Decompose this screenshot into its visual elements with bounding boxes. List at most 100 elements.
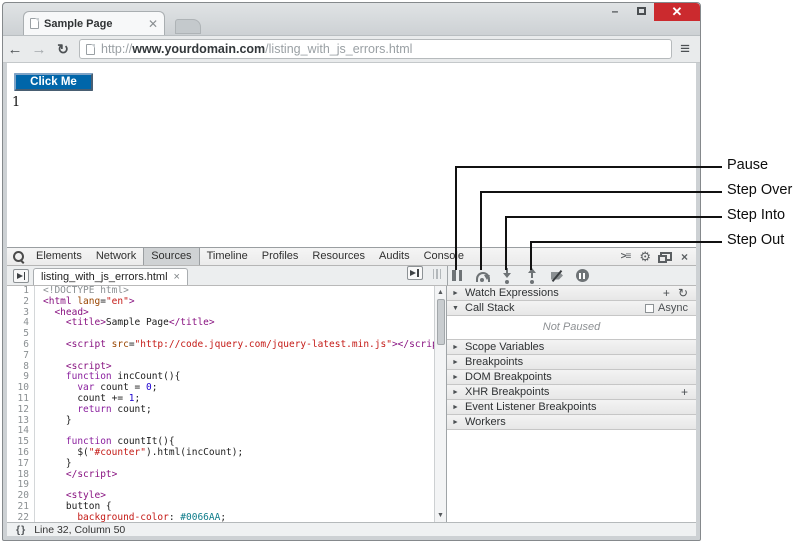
- dock-window-icon[interactable]: [657, 252, 672, 263]
- sidebar-section-workers[interactable]: ► Workers: [447, 415, 696, 430]
- sidebar-section-scope-variables[interactable]: ► Scope Variables: [447, 340, 696, 355]
- line-number[interactable]: 17: [7, 458, 35, 470]
- sidebar-section-watch-expressions[interactable]: ► Watch Expressions + ↻: [447, 286, 696, 301]
- devtools-close-icon[interactable]: ×: [681, 250, 688, 264]
- callout-line: [505, 216, 507, 270]
- sidebar-section-call-stack[interactable]: ▼ Call Stack Async: [447, 301, 696, 316]
- browser-tab[interactable]: Sample Page ✕: [23, 11, 165, 35]
- pause-button[interactable]: [449, 268, 465, 284]
- inspect-search-icon[interactable]: [7, 248, 29, 265]
- async-checkbox[interactable]: [645, 303, 655, 313]
- maximize-button[interactable]: [628, 3, 654, 19]
- browser-menu-icon[interactable]: ≡: [680, 39, 690, 59]
- sidebar-section-xhr-breakpoints[interactable]: ► XHR Breakpoints +: [447, 385, 696, 400]
- step-into-button[interactable]: [499, 267, 515, 284]
- show-navigator-icon[interactable]: [13, 269, 29, 283]
- callout-line: [455, 166, 457, 270]
- devtools-tab-profiles[interactable]: Profiles: [255, 248, 306, 265]
- console-drawer-icon[interactable]: >≡: [621, 251, 632, 262]
- step-over-button[interactable]: [474, 268, 490, 284]
- counter-value: 1: [12, 95, 21, 110]
- tab-overflow-icon[interactable]: [432, 269, 441, 279]
- chevron-down-icon: ▼: [452, 304, 459, 312]
- chevron-right-icon: ►: [452, 418, 459, 426]
- devtools-tab-console[interactable]: Console: [417, 248, 471, 265]
- devtools-tab-audits[interactable]: Audits: [372, 248, 417, 265]
- reload-button[interactable]: ↻: [51, 41, 75, 58]
- line-number[interactable]: 12: [7, 404, 35, 416]
- devtools-tab-elements[interactable]: Elements: [29, 248, 89, 265]
- line-content: [35, 426, 43, 437]
- code-line[interactable]: 6 <script src="http://code.jquery.com/jq…: [7, 339, 434, 351]
- forward-button[interactable]: →: [27, 41, 51, 58]
- source-file-tabbar: listing_with_js_errors.html ×: [7, 266, 447, 286]
- code-line[interactable]: 22 background-color: #0066AA;: [7, 511, 434, 522]
- callout-label-step-into: Step Into: [727, 207, 786, 223]
- plus-icon[interactable]: +: [681, 385, 688, 399]
- devtools-tab-strip: Elements Network Sources Timeline Profiles Re…: [7, 248, 696, 266]
- url-text[interactable]: http://www.yourdomain.com/listing_with_j…: [101, 42, 412, 56]
- async-label: Async: [658, 302, 688, 314]
- line-content: [35, 480, 43, 491]
- sidebar-section-breakpoints[interactable]: ► Breakpoints: [447, 355, 696, 370]
- section-label: Call Stack: [465, 302, 515, 314]
- sidebar-section-dom-breakpoints[interactable]: ► DOM Breakpoints: [447, 370, 696, 385]
- pause-on-exceptions-icon: [575, 269, 589, 282]
- line-number[interactable]: 2: [7, 296, 35, 308]
- callout-line: [455, 166, 722, 168]
- pause-on-exceptions-button[interactable]: [574, 268, 590, 284]
- file-tab-close-icon[interactable]: ×: [174, 272, 180, 283]
- show-editor-icon[interactable]: [406, 266, 423, 280]
- section-label: Breakpoints: [465, 356, 524, 368]
- line-number[interactable]: 4: [7, 318, 35, 330]
- code-line[interactable]: 4 <title>Sample Page</title>: [7, 317, 434, 330]
- line-content: background-color: #0066AA;: [43, 511, 227, 522]
- url-page-icon: [86, 43, 95, 55]
- minimize-button[interactable]: –: [602, 3, 628, 19]
- line-content: }: [43, 414, 72, 426]
- line-number[interactable]: 22: [7, 512, 35, 522]
- code-line[interactable]: 13 }: [7, 414, 434, 427]
- source-file-tab[interactable]: listing_with_js_errors.html ×: [33, 268, 188, 285]
- line-number[interactable]: 5: [7, 328, 35, 340]
- section-label: DOM Breakpoints: [465, 371, 552, 383]
- scroll-down-icon[interactable]: ▼: [435, 510, 446, 521]
- devtools-tab-network[interactable]: Network: [89, 248, 143, 265]
- line-number[interactable]: 7: [7, 350, 35, 362]
- code-line[interactable]: 18 </script>: [7, 469, 434, 481]
- devtools-tab-sources[interactable]: Sources: [143, 248, 200, 265]
- pretty-print-icon[interactable]: {}: [7, 524, 34, 536]
- callout-line: [480, 191, 482, 270]
- sidebar-section-event-listener-breakpoints[interactable]: ► Event Listener Breakpoints: [447, 400, 696, 415]
- pause-icon: [452, 270, 462, 281]
- line-content: [35, 351, 43, 362]
- callout-line: [505, 216, 722, 218]
- scrollbar-thumb[interactable]: [436, 299, 445, 345]
- back-button[interactable]: ←: [3, 41, 27, 58]
- deactivate-breakpoints-icon: [550, 270, 564, 282]
- settings-gear-icon[interactable]: ⚙: [639, 249, 651, 265]
- source-editor[interactable]: 1 <!DOCTYPE html> 2 <html lang="en"> 3 <head…: [7, 286, 447, 522]
- devtools-panel: Elements Network Sources Timeline Profiles Re…: [7, 247, 696, 536]
- refresh-icon[interactable]: ↻: [678, 286, 688, 300]
- editor-statusbar: {} Line 32, Column 50: [7, 522, 696, 536]
- devtools-tab-timeline[interactable]: Timeline: [200, 248, 255, 265]
- line-number[interactable]: 1: [7, 286, 35, 297]
- devtools-tab-resources[interactable]: Resources: [305, 248, 372, 265]
- new-tab-button[interactable]: [175, 19, 201, 34]
- page-viewport: Click Me 1: [7, 63, 696, 247]
- address-bar[interactable]: http://www.yourdomain.com/listing_with_j…: [79, 39, 673, 59]
- close-window-button[interactable]: ✕: [654, 3, 700, 21]
- line-number[interactable]: 8: [7, 361, 35, 373]
- section-label: Workers: [465, 416, 506, 428]
- editor-scrollbar[interactable]: ▲ ▼: [434, 286, 446, 522]
- plus-icon[interactable]: +: [663, 286, 670, 300]
- scroll-up-icon[interactable]: ▲: [435, 287, 446, 298]
- step-out-button[interactable]: [524, 267, 540, 284]
- line-number[interactable]: 6: [7, 339, 35, 351]
- callout-label-step-out: Step Out: [727, 232, 785, 248]
- deactivate-breakpoints-button[interactable]: [549, 268, 565, 284]
- click-me-button[interactable]: Click Me: [14, 73, 93, 91]
- line-number[interactable]: 3: [7, 307, 35, 319]
- tab-close-icon[interactable]: ✕: [148, 18, 158, 30]
